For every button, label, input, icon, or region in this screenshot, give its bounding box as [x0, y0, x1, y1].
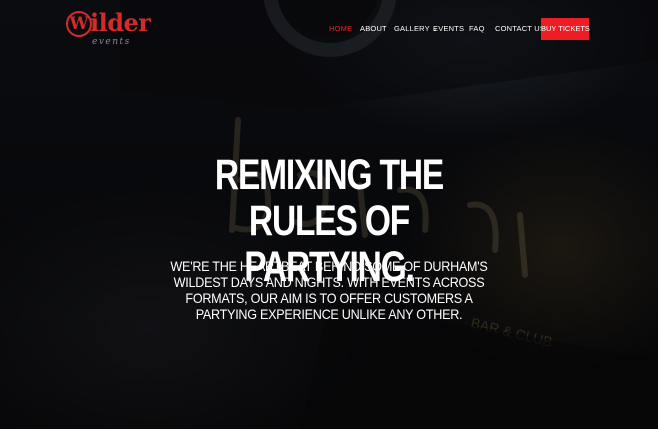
nav-events[interactable]: EVENTS	[433, 24, 464, 33]
buy-tickets-button[interactable]: BUY TICKETS	[541, 18, 590, 40]
nav-home[interactable]: HOME	[329, 24, 352, 33]
nav-about[interactable]: ABOUT	[360, 24, 387, 33]
nav-gallery-label: GALLERY	[394, 24, 430, 33]
main-navigation: HOME ABOUT GALLERY ⌄ EVENTS FAQ CONTACT U…	[0, 0, 658, 56]
nav-faq[interactable]: FAQ	[469, 24, 485, 33]
nav-gallery[interactable]: GALLERY ⌄	[394, 24, 438, 33]
nav-contact-us[interactable]: CONTACT US	[495, 24, 545, 33]
hero-subtitle: WE'RE THE HEARTBEAT BEHIND SOME OF DURHA…	[170, 258, 488, 322]
site-header: W ilder events HOME ABOUT GALLERY ⌄ EVENT…	[0, 0, 658, 56]
